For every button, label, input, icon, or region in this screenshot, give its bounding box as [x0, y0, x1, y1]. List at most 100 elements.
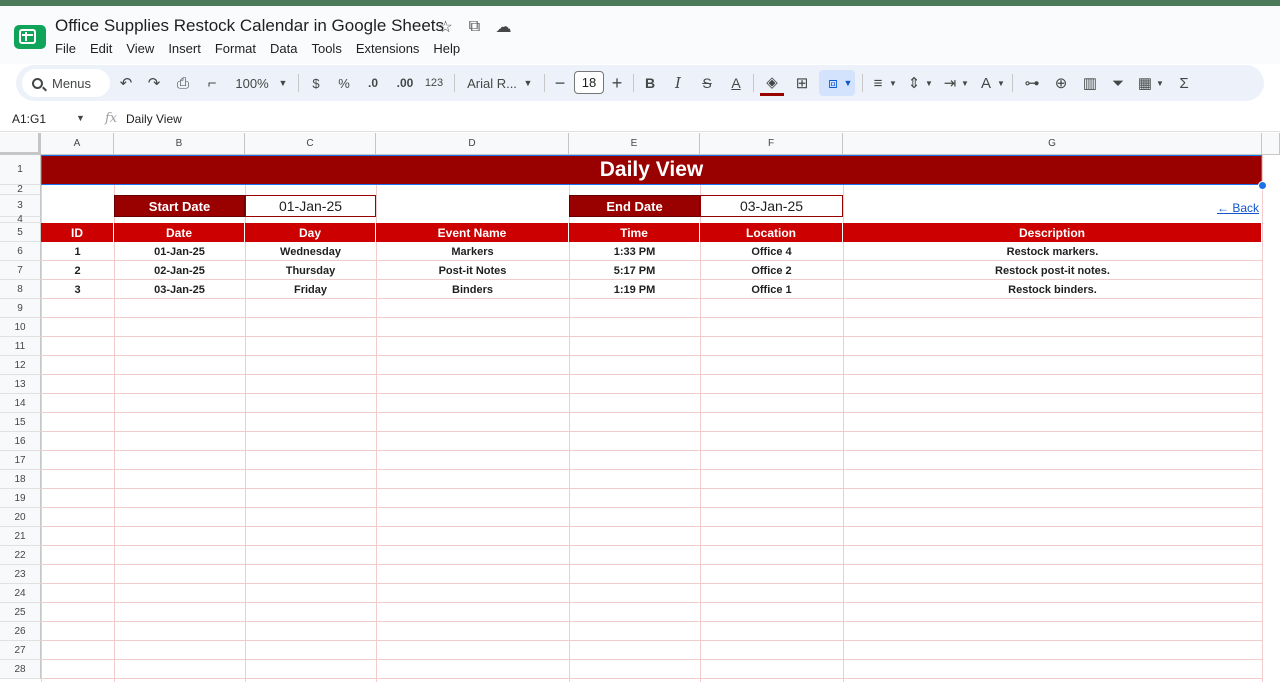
name-box-chevron-down-icon[interactable]: ▼	[76, 113, 85, 123]
back-link[interactable]: ← Back	[1217, 201, 1259, 215]
document-title[interactable]: Office Supplies Restock Calendar in Goog…	[55, 16, 444, 36]
row-header-2[interactable]: 2	[0, 184, 41, 195]
table-cell[interactable]: 01-Jan-25	[114, 242, 245, 261]
table-cell[interactable]: Markers	[376, 242, 569, 261]
font-select[interactable]: Arial R...	[464, 65, 520, 101]
strikethrough-icon[interactable]: S	[695, 65, 719, 101]
bold-icon[interactable]: B	[638, 65, 662, 101]
table-cell[interactable]: Restock post-it notes.	[843, 261, 1262, 280]
row-header-22[interactable]: 22	[0, 546, 41, 565]
selection-fill-handle[interactable]	[1258, 181, 1267, 190]
menu-insert[interactable]: Insert	[168, 41, 209, 56]
daily-view-banner[interactable]: Daily View	[41, 155, 1262, 185]
row-header-9[interactable]: 9	[0, 299, 41, 318]
sheets-logo-icon[interactable]	[14, 25, 46, 49]
menu-format[interactable]: Format	[215, 41, 264, 56]
text-color-icon[interactable]: A	[724, 65, 748, 101]
filter-views-chevron-down-icon[interactable]: ▼	[1155, 65, 1165, 101]
column-header-f[interactable]: F	[700, 133, 843, 155]
table-cell[interactable]: 1:19 PM	[569, 280, 700, 299]
table-cell[interactable]: 02-Jan-25	[114, 261, 245, 280]
row-header-15[interactable]: 15	[0, 413, 41, 432]
table-cell[interactable]: Post-it Notes	[376, 261, 569, 280]
table-cell[interactable]: 2	[41, 261, 114, 280]
row-header-21[interactable]: 21	[0, 527, 41, 546]
column-header-e[interactable]: E	[569, 133, 700, 155]
row-header-26[interactable]: 26	[0, 622, 41, 641]
currency-format-button[interactable]: $	[308, 65, 324, 101]
percent-format-button[interactable]: %	[336, 65, 352, 101]
formula-input[interactable]: Daily View	[126, 112, 182, 126]
table-cell[interactable]: Office 2	[700, 261, 843, 280]
halign-chevron-down-icon[interactable]: ▼	[888, 65, 898, 101]
star-icon[interactable]: ☆	[437, 18, 454, 36]
row-header-25[interactable]: 25	[0, 603, 41, 622]
row-header-28[interactable]: 28	[0, 660, 41, 679]
fill-color-icon[interactable]: ◈	[760, 70, 784, 96]
row-header-14[interactable]: 14	[0, 394, 41, 413]
row-header-16[interactable]: 16	[0, 432, 41, 451]
table-cell[interactable]: Office 1	[700, 280, 843, 299]
wrap-chevron-down-icon[interactable]: ▼	[960, 65, 970, 101]
row-header-5[interactable]: 5	[0, 223, 41, 242]
filter-views-icon[interactable]: ▦	[1133, 65, 1157, 101]
row-header-23[interactable]: 23	[0, 565, 41, 584]
more-formats-button[interactable]: 123	[422, 65, 446, 101]
table-cell[interactable]: 1:33 PM	[569, 242, 700, 261]
column-header-c[interactable]: C	[245, 133, 376, 155]
row-header-20[interactable]: 20	[0, 508, 41, 527]
column-header-b[interactable]: B	[114, 133, 245, 155]
menu-data[interactable]: Data	[270, 41, 305, 56]
menu-help[interactable]: Help	[433, 41, 468, 56]
row-header-7[interactable]: 7	[0, 261, 41, 280]
column-header-d[interactable]: D	[376, 133, 569, 155]
end-date-value[interactable]: 03-Jan-25	[700, 195, 843, 217]
table-cell[interactable]: 5:17 PM	[569, 261, 700, 280]
start-date-value[interactable]: 01-Jan-25	[245, 195, 376, 217]
borders-icon[interactable]: ⊞	[790, 65, 814, 101]
row-header-10[interactable]: 10	[0, 318, 41, 337]
column-header-a[interactable]: A	[41, 133, 114, 155]
row-header-27[interactable]: 27	[0, 641, 41, 660]
table-cell[interactable]: Wednesday	[245, 242, 376, 261]
column-header-g[interactable]: G	[843, 133, 1262, 155]
move-folder-icon[interactable]: ⧉	[466, 18, 483, 35]
row-header-17[interactable]: 17	[0, 451, 41, 470]
table-cell[interactable]: 3	[41, 280, 114, 299]
zoom-chevron-down-icon[interactable]: ▼	[276, 65, 290, 101]
row-header-8[interactable]: 8	[0, 280, 41, 299]
table-cell[interactable]: Friday	[245, 280, 376, 299]
paint-format-icon[interactable]: ⌐	[200, 65, 224, 101]
cloud-status-icon[interactable]: ☁	[495, 18, 512, 36]
table-cell[interactable]: 03-Jan-25	[114, 280, 245, 299]
spreadsheet-grid[interactable]: A B C D E F G 1 2 3 4 5 6 7 8 9 10 11 12 13 14 15 16 17 18 19 20 21…	[0, 133, 1280, 682]
font-chevron-down-icon[interactable]: ▼	[521, 65, 535, 101]
font-size-input[interactable]: 18	[574, 71, 604, 94]
menu-tools[interactable]: Tools	[311, 41, 349, 56]
row-header-12[interactable]: 12	[0, 356, 41, 375]
decrease-font-size-icon[interactable]: −	[548, 65, 572, 101]
valign-chevron-down-icon[interactable]: ▼	[924, 65, 934, 101]
row-header-19[interactable]: 19	[0, 489, 41, 508]
name-box[interactable]: A1:G1	[12, 112, 46, 126]
search-menus[interactable]: Menus	[22, 69, 110, 97]
italic-icon[interactable]: I	[666, 65, 690, 101]
increase-decimal-button[interactable]: .00	[392, 65, 418, 101]
table-cell[interactable]: Restock markers.	[843, 242, 1262, 261]
merge-chevron-down-icon[interactable]: ▼	[842, 65, 854, 101]
table-cell[interactable]: Office 4	[700, 242, 843, 261]
rotation-chevron-down-icon[interactable]: ▼	[996, 65, 1006, 101]
insert-comment-icon[interactable]: ⊕	[1049, 65, 1073, 101]
print-icon[interactable]: ⎙	[171, 65, 195, 101]
table-cell[interactable]: Thursday	[245, 261, 376, 280]
table-cell[interactable]: Restock binders.	[843, 280, 1262, 299]
row-header-18[interactable]: 18	[0, 470, 41, 489]
insert-chart-icon[interactable]: ▥	[1078, 65, 1102, 101]
menu-file[interactable]: File	[55, 41, 84, 56]
text-rotation-icon[interactable]: A	[974, 65, 998, 101]
menu-edit[interactable]: Edit	[90, 41, 120, 56]
row-header-1[interactable]: 1	[0, 155, 41, 185]
text-wrapping-icon[interactable]: ⇥	[938, 65, 962, 101]
select-all-corner[interactable]	[0, 133, 41, 155]
vertical-align-icon[interactable]: ⇕	[902, 65, 926, 101]
